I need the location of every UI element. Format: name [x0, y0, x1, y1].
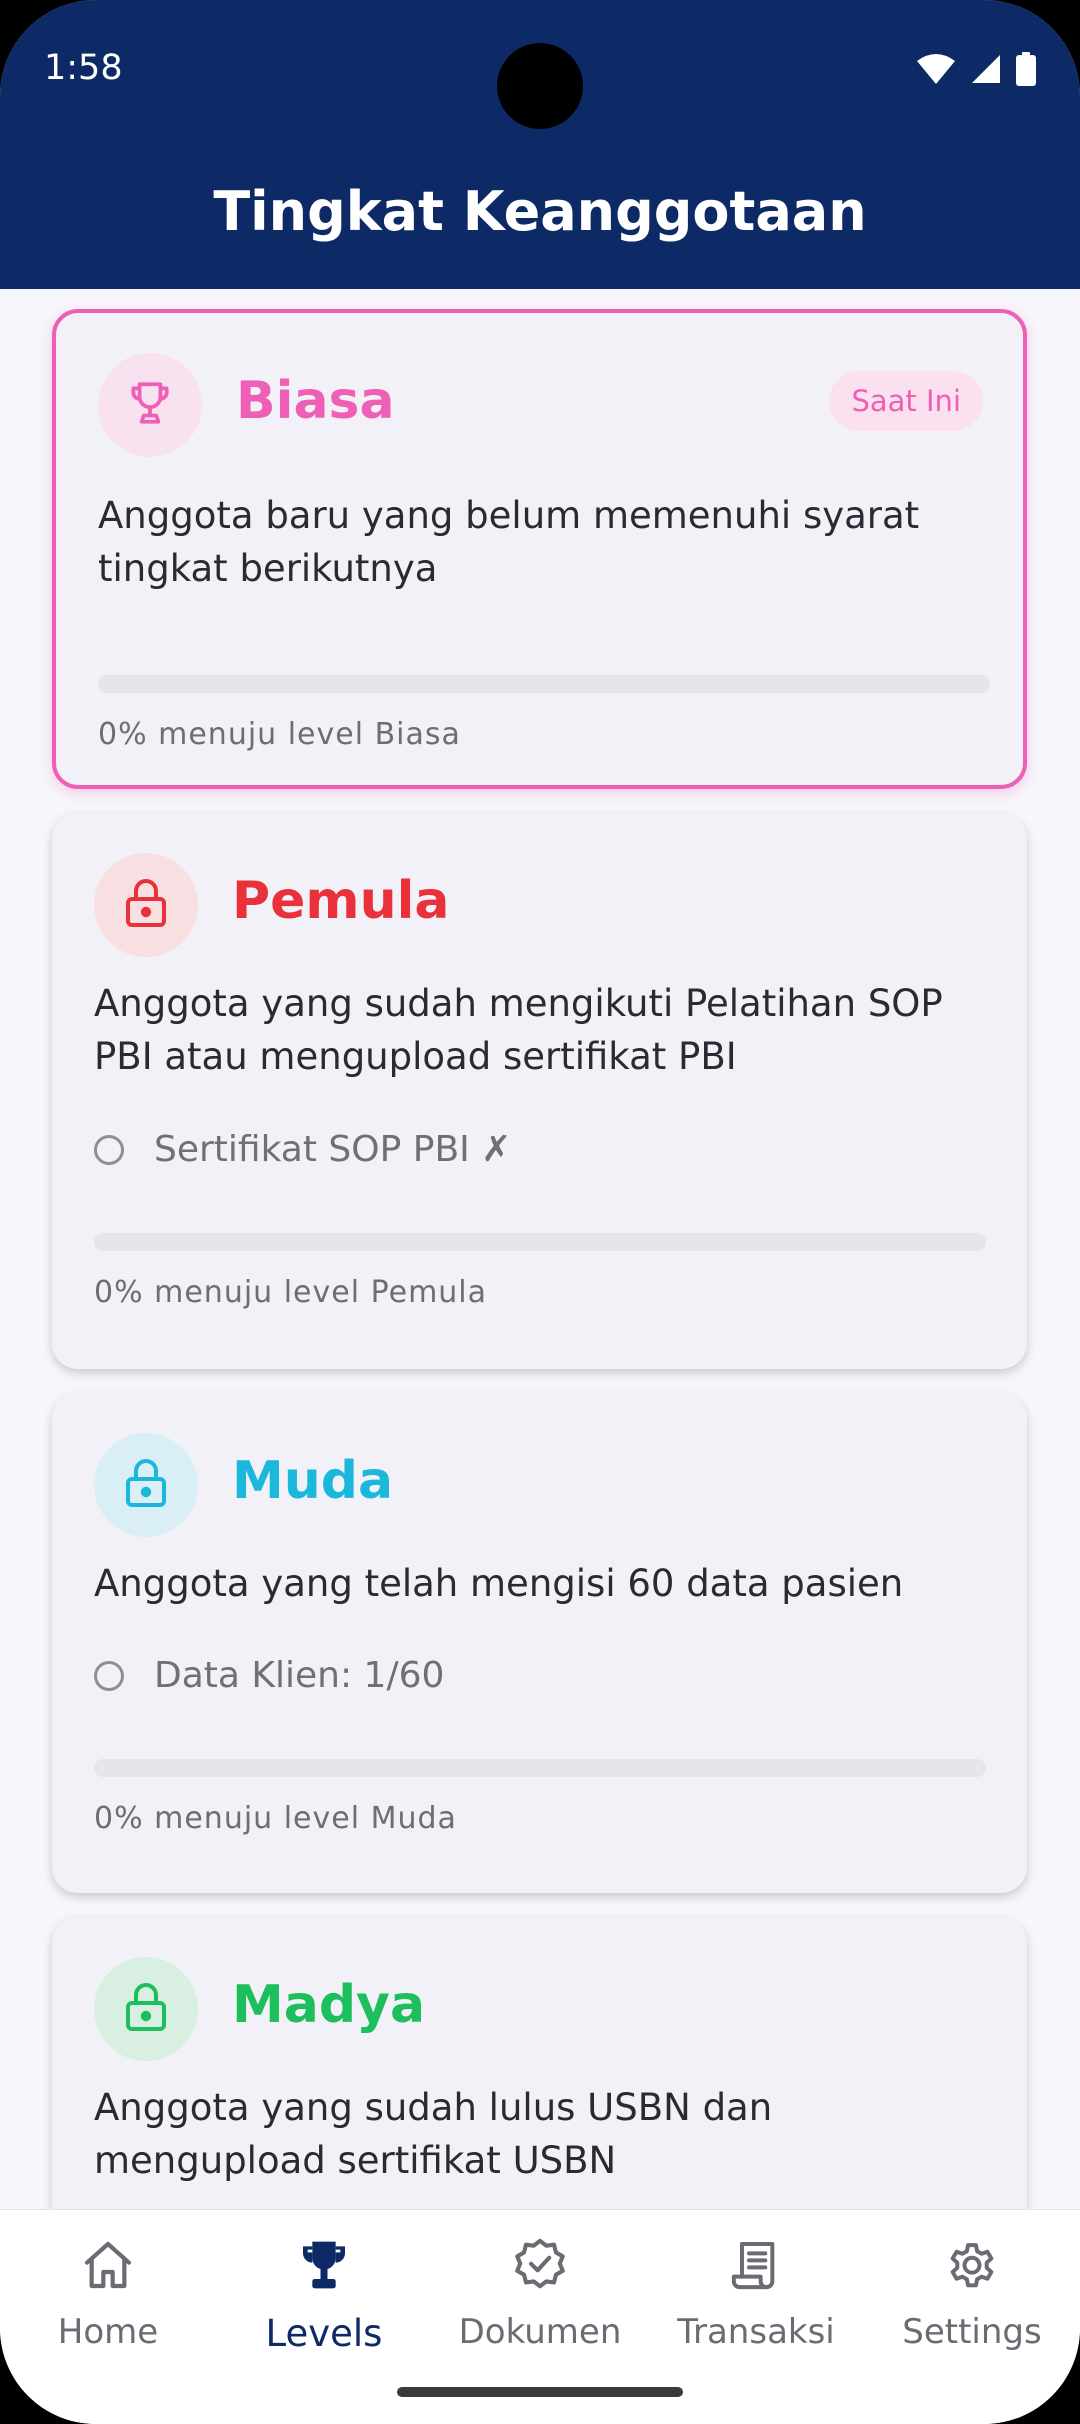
- receipt-icon: [648, 2230, 864, 2300]
- requirement-item: Sertifikat SOP PBI ✗: [94, 1129, 511, 1170]
- camera-cutout: [497, 43, 583, 129]
- status-time: 1:58: [44, 48, 123, 88]
- nav-label: Dokumen: [458, 2312, 622, 2352]
- lock-icon: [122, 1981, 170, 2037]
- level-name: Muda: [232, 1451, 394, 1511]
- level-card-pemula[interactable]: Pemula Anggota yang sudah mengikuti Pela…: [52, 813, 1027, 1369]
- level-card-muda[interactable]: Muda Anggota yang telah mengisi 60 data …: [52, 1393, 1027, 1893]
- gear-icon: [864, 2230, 1080, 2300]
- trophy-icon: [125, 377, 175, 433]
- progress-label: 0% menuju level Biasa: [98, 717, 461, 752]
- progress-bar: [98, 675, 990, 693]
- nav-dokumen[interactable]: Dokumen: [432, 2230, 648, 2380]
- level-icon-muda: [94, 1433, 198, 1537]
- home-icon: [0, 2230, 216, 2300]
- requirement-item: Data Klien: 1/60: [94, 1655, 444, 1696]
- level-name: Pemula: [232, 871, 450, 931]
- phone-screen: 1:58 Tingkat Keanggotaan Biasa Saat Ini …: [0, 0, 1080, 2424]
- wifi-icon: [916, 53, 956, 89]
- progress-label: 0% menuju level Pemula: [94, 1275, 488, 1310]
- nav-label: Settings: [902, 2312, 1042, 2352]
- nav-transaksi[interactable]: Transaksi: [648, 2230, 864, 2380]
- requirement-text: Data Klien: 1/60: [154, 1655, 445, 1696]
- nav-home[interactable]: Home: [0, 2230, 216, 2380]
- nav-label: Home: [57, 2312, 159, 2352]
- progress-bar: [94, 1233, 986, 1251]
- trophy-icon: [216, 2230, 432, 2300]
- level-description: Anggota yang sudah mengikuti Pelatihan S…: [94, 982, 943, 1078]
- home-indicator[interactable]: [397, 2387, 683, 2397]
- level-icon-pemula: [94, 853, 198, 957]
- nav-levels[interactable]: Levels: [216, 2230, 432, 2380]
- current-level-badge: Saat Ini: [829, 371, 983, 431]
- level-card-biasa[interactable]: Biasa Saat Ini Anggota baru yang belum m…: [52, 309, 1027, 789]
- level-description: Anggota yang sudah lulus USBN dan mengup…: [94, 2086, 773, 2182]
- status-icons: [916, 52, 1036, 90]
- nav-label: Transaksi: [677, 2312, 835, 2352]
- levels-list[interactable]: Biasa Saat Ini Anggota baru yang belum m…: [0, 289, 1080, 2209]
- page-title: Tingkat Keanggotaan: [213, 180, 867, 243]
- nav-label: Levels: [265, 2312, 383, 2355]
- level-icon-biasa: [98, 353, 202, 457]
- level-icon-madya: [94, 1957, 198, 2061]
- unchecked-circle-icon: [94, 1134, 124, 1165]
- level-name: Madya: [232, 1975, 426, 2035]
- level-description: Anggota yang telah mengisi 60 data pasie…: [94, 1562, 904, 1605]
- signal-icon: [970, 53, 1002, 89]
- verified-badge-icon: [432, 2230, 648, 2300]
- level-description: Anggota baru yang belum memenuhi syarat …: [98, 494, 920, 590]
- lock-icon: [122, 877, 170, 933]
- requirement-text: Sertifikat SOP PBI ✗: [154, 1129, 512, 1170]
- battery-icon: [1016, 52, 1036, 90]
- app-header: 1:58 Tingkat Keanggotaan: [0, 0, 1080, 289]
- lock-icon: [122, 1457, 170, 1513]
- unchecked-circle-icon: [94, 1660, 124, 1691]
- progress-label: 0% menuju level Muda: [94, 1801, 457, 1836]
- progress-bar: [94, 1759, 986, 1777]
- nav-settings[interactable]: Settings: [864, 2230, 1080, 2380]
- level-name: Biasa: [236, 371, 395, 431]
- level-card-madya[interactable]: Madya Anggota yang sudah lulus USBN dan …: [52, 1917, 1027, 2209]
